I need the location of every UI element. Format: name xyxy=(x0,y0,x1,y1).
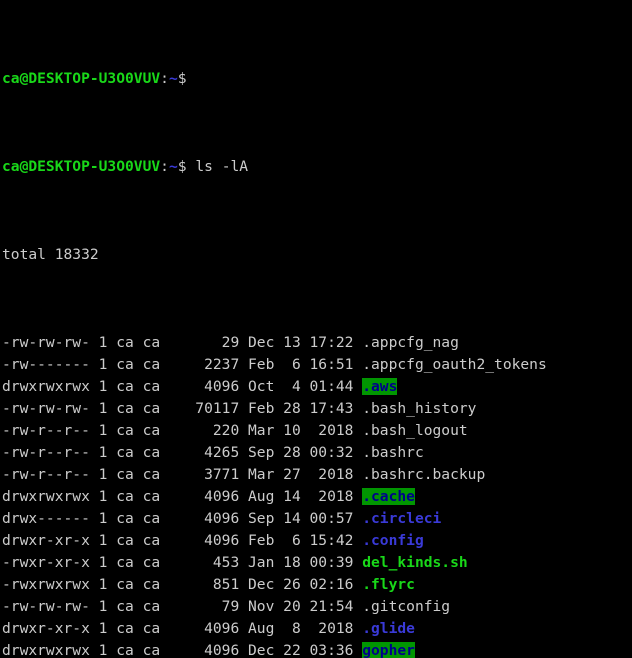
file-row-metadata: -rw-r--r-- 1 ca ca 4265 Sep 28 00:32 xyxy=(2,444,363,461)
file-row-metadata: drwx------ 1 ca ca 4096 Sep 14 00:57 xyxy=(2,510,363,527)
file-name[interactable]: .bashrc xyxy=(362,444,424,461)
file-row-metadata: -rw-r--r-- 1 ca ca 3771 Mar 27 2018 xyxy=(2,466,363,483)
file-row: -rw-r--r-- 1 ca ca 3771 Mar 27 2018 .bas… xyxy=(2,464,632,486)
file-row: drwx------ 1 ca ca 4096 Sep 14 00:57 .ci… xyxy=(2,508,632,530)
file-row-metadata: drwxr-xr-x 1 ca ca 4096 Feb 6 15:42 xyxy=(2,532,363,549)
file-name[interactable]: .aws xyxy=(362,378,398,395)
prompt-sigil: $ xyxy=(177,158,187,175)
file-name[interactable]: .appcfg_oauth2_tokens xyxy=(362,356,547,373)
total-label: total 18332 xyxy=(2,246,99,263)
file-row-metadata: -rw-rw-rw- 1 ca ca 29 Dec 13 17:22 xyxy=(2,334,363,351)
file-row: drwxrwxrwx 1 ca ca 4096 Aug 14 2018 .cac… xyxy=(2,486,632,508)
file-name[interactable]: gopher xyxy=(362,642,415,658)
file-row-metadata: drwxrwxrwx 1 ca ca 4096 Dec 22 03:36 xyxy=(2,642,363,658)
file-row-metadata: drwxrwxrwx 1 ca ca 4096 Oct 4 01:44 xyxy=(2,378,363,395)
file-row-metadata: drwxr-xr-x 1 ca ca 4096 Aug 8 2018 xyxy=(2,620,363,637)
file-row-metadata: -rwxr-xr-x 1 ca ca 453 Jan 18 00:39 xyxy=(2,554,363,571)
file-row-metadata: -rw-rw-rw- 1 ca ca 70117 Feb 28 17:43 xyxy=(2,400,363,417)
prompt-line-2: ca@DESKTOP-U3O0VUV:~$ ls -lA xyxy=(2,156,632,178)
total-line: total 18332 xyxy=(2,244,632,266)
file-name[interactable]: .bash_logout xyxy=(362,422,467,439)
file-row-metadata: -rwxrwxrwx 1 ca ca 851 Dec 26 02:16 xyxy=(2,576,363,593)
file-row: -rw-rw-rw- 1 ca ca 29 Dec 13 17:22 .appc… xyxy=(2,332,632,354)
prompt-colon: : xyxy=(160,70,169,87)
file-row-metadata: -rw-rw-rw- 1 ca ca 79 Nov 20 21:54 xyxy=(2,598,363,615)
prompt-sigil: $ xyxy=(177,70,187,87)
prompt-path: ~ xyxy=(168,70,178,87)
file-row: -rwxrwxrwx 1 ca ca 851 Dec 26 02:16 .fly… xyxy=(2,574,632,596)
file-row: -rw-rw-rw- 1 ca ca 70117 Feb 28 17:43 .b… xyxy=(2,398,632,420)
prompt-user-host: ca@DESKTOP-U3O0VUV xyxy=(2,158,161,175)
file-row: drwxr-xr-x 1 ca ca 4096 Aug 8 2018 .glid… xyxy=(2,618,632,640)
file-row-metadata: -rw------- 1 ca ca 2237 Feb 6 16:51 xyxy=(2,356,363,373)
file-row-metadata: drwxrwxrwx 1 ca ca 4096 Aug 14 2018 xyxy=(2,488,363,505)
file-name[interactable]: .config xyxy=(362,532,424,549)
file-row: drwxrwxrwx 1 ca ca 4096 Oct 4 01:44 .aws xyxy=(2,376,632,398)
file-row: -rw-r--r-- 1 ca ca 4265 Sep 28 00:32 .ba… xyxy=(2,442,632,464)
file-name[interactable]: .bash_history xyxy=(362,400,476,417)
file-listing: -rw-rw-rw- 1 ca ca 29 Dec 13 17:22 .appc… xyxy=(2,332,632,658)
file-name[interactable]: .glide xyxy=(362,620,415,637)
file-name[interactable]: .bashrc.backup xyxy=(362,466,485,483)
file-row-metadata: -rw-r--r-- 1 ca ca 220 Mar 10 2018 xyxy=(2,422,363,439)
file-row: -rw------- 1 ca ca 2237 Feb 6 16:51 .app… xyxy=(2,354,632,376)
file-row: drwxrwxrwx 1 ca ca 4096 Dec 22 03:36 gop… xyxy=(2,640,632,658)
file-name[interactable]: .circleci xyxy=(362,510,441,527)
file-name[interactable]: del_kinds.sh xyxy=(362,554,467,571)
typed-command: ls -lA xyxy=(186,158,249,175)
prompt-colon: : xyxy=(160,158,169,175)
file-name[interactable]: .gitconfig xyxy=(362,598,450,615)
file-row: -rw-r--r-- 1 ca ca 220 Mar 10 2018 .bash… xyxy=(2,420,632,442)
file-name[interactable]: .flyrc xyxy=(362,576,415,593)
file-row: -rw-rw-rw- 1 ca ca 79 Nov 20 21:54 .gitc… xyxy=(2,596,632,618)
prompt-path: ~ xyxy=(168,158,178,175)
prompt-line-1: ca@DESKTOP-U3O0VUV:~$ xyxy=(2,68,632,90)
file-row: -rwxr-xr-x 1 ca ca 453 Jan 18 00:39 del_… xyxy=(2,552,632,574)
file-name[interactable]: .appcfg_nag xyxy=(362,334,459,351)
file-row: drwxr-xr-x 1 ca ca 4096 Feb 6 15:42 .con… xyxy=(2,530,632,552)
file-name[interactable]: .cache xyxy=(362,488,415,505)
prompt-user-host: ca@DESKTOP-U3O0VUV xyxy=(2,70,161,87)
terminal-window[interactable]: ca@DESKTOP-U3O0VUV:~$ ca@DESKTOP-U3O0VUV… xyxy=(0,0,632,658)
